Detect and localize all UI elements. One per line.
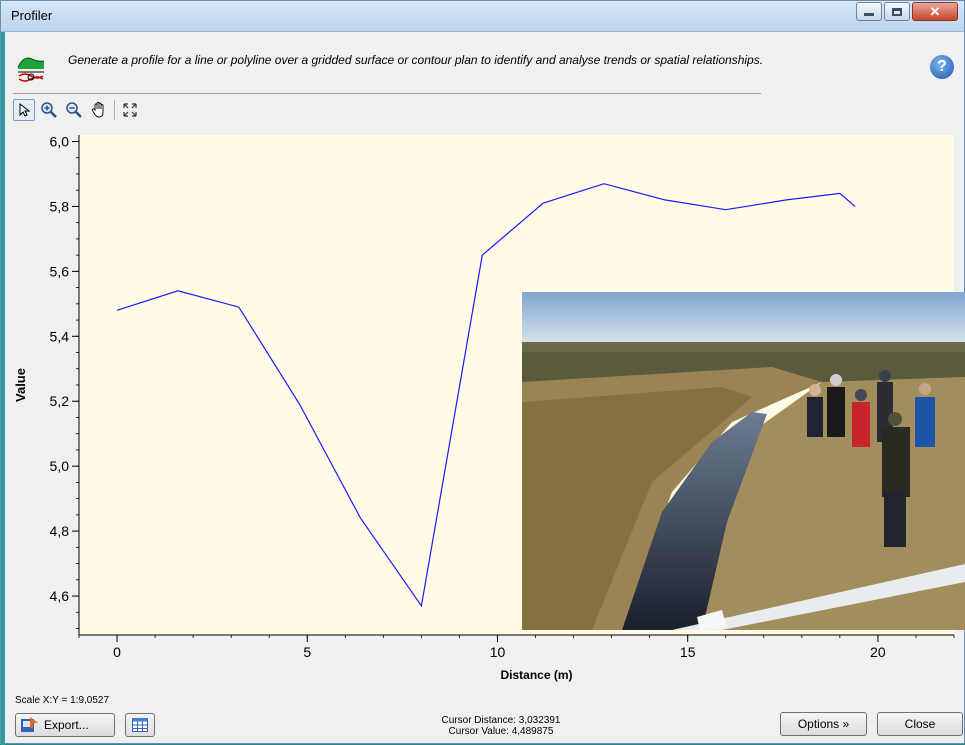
y-tick-label: 5,8 bbox=[50, 198, 70, 214]
options-button[interactable]: Options » bbox=[780, 712, 867, 736]
minimize-button[interactable] bbox=[856, 2, 882, 21]
y-tick-label: 4,6 bbox=[50, 588, 70, 604]
x-tick-label: 20 bbox=[870, 644, 886, 660]
hand-icon bbox=[91, 102, 104, 118]
x-tick-label: 0 bbox=[113, 644, 121, 660]
select-tool-button[interactable] bbox=[13, 99, 35, 121]
description-row: Generate a profile for a line or polylin… bbox=[13, 49, 954, 89]
window-border bbox=[1, 31, 5, 745]
profiler-app-icon bbox=[17, 57, 45, 82]
zoom-extents-button[interactable] bbox=[119, 99, 141, 121]
y-tick-label: 5,2 bbox=[50, 393, 70, 409]
pan-button[interactable] bbox=[88, 99, 110, 121]
y-tick-label: 5,4 bbox=[50, 328, 70, 344]
help-icon[interactable]: ? bbox=[930, 55, 954, 79]
minimize-icon bbox=[864, 13, 874, 16]
tool-description: Generate a profile for a line or polylin… bbox=[68, 53, 764, 67]
x-tick-label: 15 bbox=[680, 644, 696, 660]
zoom-out-button[interactable] bbox=[63, 99, 85, 121]
table-view-button[interactable] bbox=[125, 713, 155, 737]
zoom-in-button[interactable] bbox=[38, 99, 60, 121]
profiler-window: Profiler ✕ Generate a profile for a line… bbox=[0, 0, 965, 745]
x-tick-label: 5 bbox=[303, 644, 311, 660]
y-tick-label: 5,0 bbox=[50, 458, 70, 474]
export-icon bbox=[21, 717, 38, 732]
export-button-label: Export... bbox=[44, 718, 89, 732]
table-icon bbox=[132, 718, 148, 732]
cursor-value: Cursor Value: 4,489875 bbox=[448, 726, 554, 737]
toolbar-separator bbox=[114, 100, 115, 120]
zoom-out-icon bbox=[66, 102, 82, 118]
pointer-icon bbox=[19, 103, 31, 117]
close-icon: ✕ bbox=[929, 4, 941, 19]
y-axis-label: Value bbox=[13, 368, 28, 402]
maximize-icon bbox=[892, 7, 902, 16]
maximize-button[interactable] bbox=[884, 2, 910, 21]
zoom-in-icon bbox=[41, 102, 57, 118]
scale-readout: Scale X:Y = 1:9,0527 bbox=[15, 695, 110, 706]
field-ditch-photo bbox=[522, 292, 965, 630]
title-bar[interactable]: Profiler ✕ bbox=[1, 1, 964, 32]
x-axis-label: Distance (m) bbox=[500, 668, 572, 682]
x-tick-label: 10 bbox=[490, 644, 506, 660]
close-window-button[interactable]: ✕ bbox=[912, 2, 958, 21]
y-tick-label: 6,0 bbox=[50, 133, 70, 149]
header-divider bbox=[13, 93, 761, 94]
zoom-extents-icon bbox=[123, 103, 137, 117]
window-controls: ✕ bbox=[854, 2, 958, 21]
cursor-distance: Cursor Distance: 3,032391 bbox=[441, 715, 561, 726]
y-tick-label: 4,8 bbox=[50, 523, 70, 539]
window-title: Profiler bbox=[11, 8, 53, 23]
chart-toolbar bbox=[13, 98, 144, 122]
y-tick-label: 5,6 bbox=[50, 263, 70, 279]
close-button[interactable]: Close bbox=[877, 712, 963, 736]
cursor-readout: Cursor Distance: 3,032391 Cursor Value: … bbox=[381, 715, 621, 737]
export-button[interactable]: Export... bbox=[15, 713, 115, 737]
